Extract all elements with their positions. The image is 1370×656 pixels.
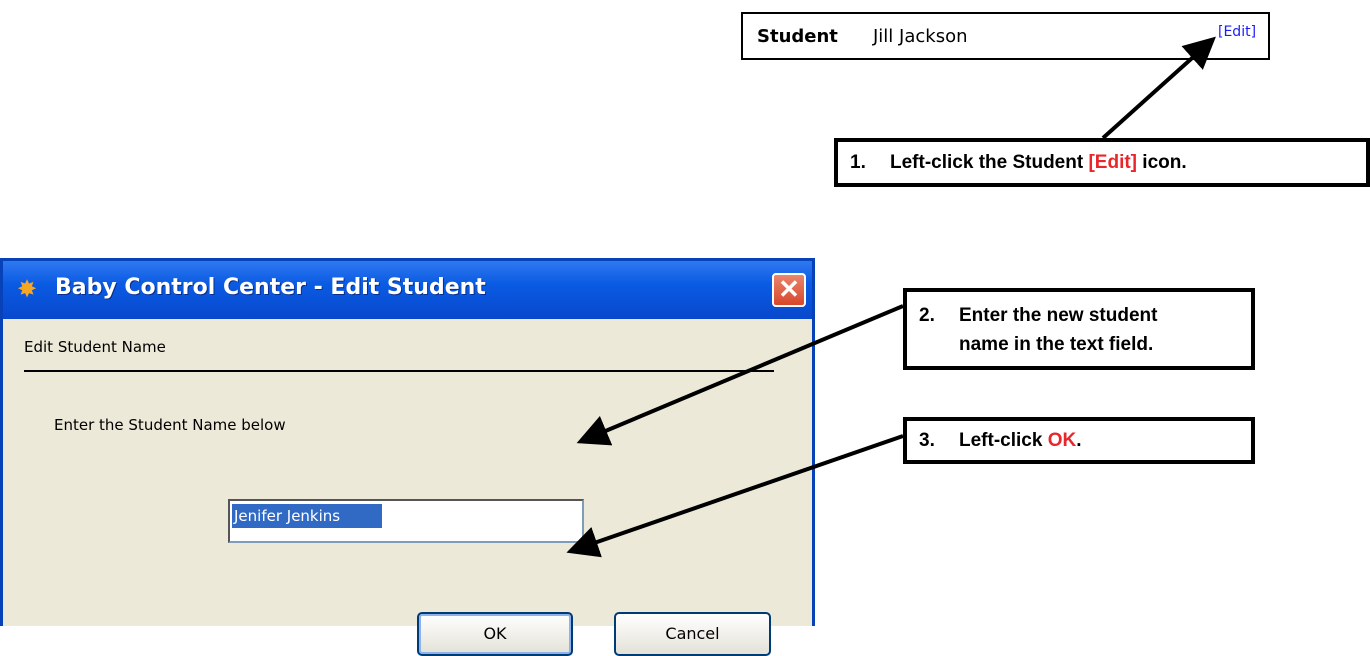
callout-step-2: 2. Enter the new student name in the text… [903,288,1255,370]
student-name: Jill Jackson [873,26,968,47]
callout-step-1-text: Left-click the Student [890,152,1089,173]
callout-step-2-line-1: Enter the new student [959,305,1158,326]
callout-step-3: 3. Left-click OK. [903,417,1255,464]
ok-button[interactable]: OK [417,612,573,656]
dialog-titlebar[interactable]: ✸ Baby Control Center - Edit Student ✕ [3,261,812,319]
callout-step-1-number: 1. [850,152,866,173]
student-info-strip: Student Jill Jackson [Edit] [741,12,1270,60]
edit-student-dialog: ✸ Baby Control Center - Edit Student ✕ E… [0,258,815,656]
callout-step-2-line-2: name in the text field. [959,334,1154,355]
callout-step-1-text-end: icon. [1137,152,1187,173]
student-name-input[interactable]: Jenifer Jenkins [228,499,584,543]
close-button[interactable]: ✕ [772,273,806,307]
cancel-button[interactable]: Cancel [614,612,771,656]
student-label: Student [757,26,838,47]
instruction-text: Enter the Student Name below [54,416,286,434]
section-label: Edit Student Name [24,338,166,356]
callout-step-2-number: 2. [919,305,935,326]
callout-step-3-number: 3. [919,430,935,451]
dialog-body: Edit Student Name Enter the Student Name… [3,319,812,656]
student-name-input-value: Jenifer Jenkins [232,504,383,528]
callout-step-3-highlight: OK [1047,430,1077,451]
callout-step-3-text: Left-click [959,430,1048,451]
dialog-title: Baby Control Center - Edit Student [55,275,486,300]
section-divider [24,370,774,372]
callout-step-1: 1. Left-click the Student [Edit] icon. [834,138,1370,187]
callout-step-3-text-end: . [1076,430,1082,451]
student-edit-link[interactable]: [Edit] [1218,24,1256,40]
app-icon: ✸ [17,276,38,303]
callout-step-1-highlight: [Edit] [1088,152,1138,173]
